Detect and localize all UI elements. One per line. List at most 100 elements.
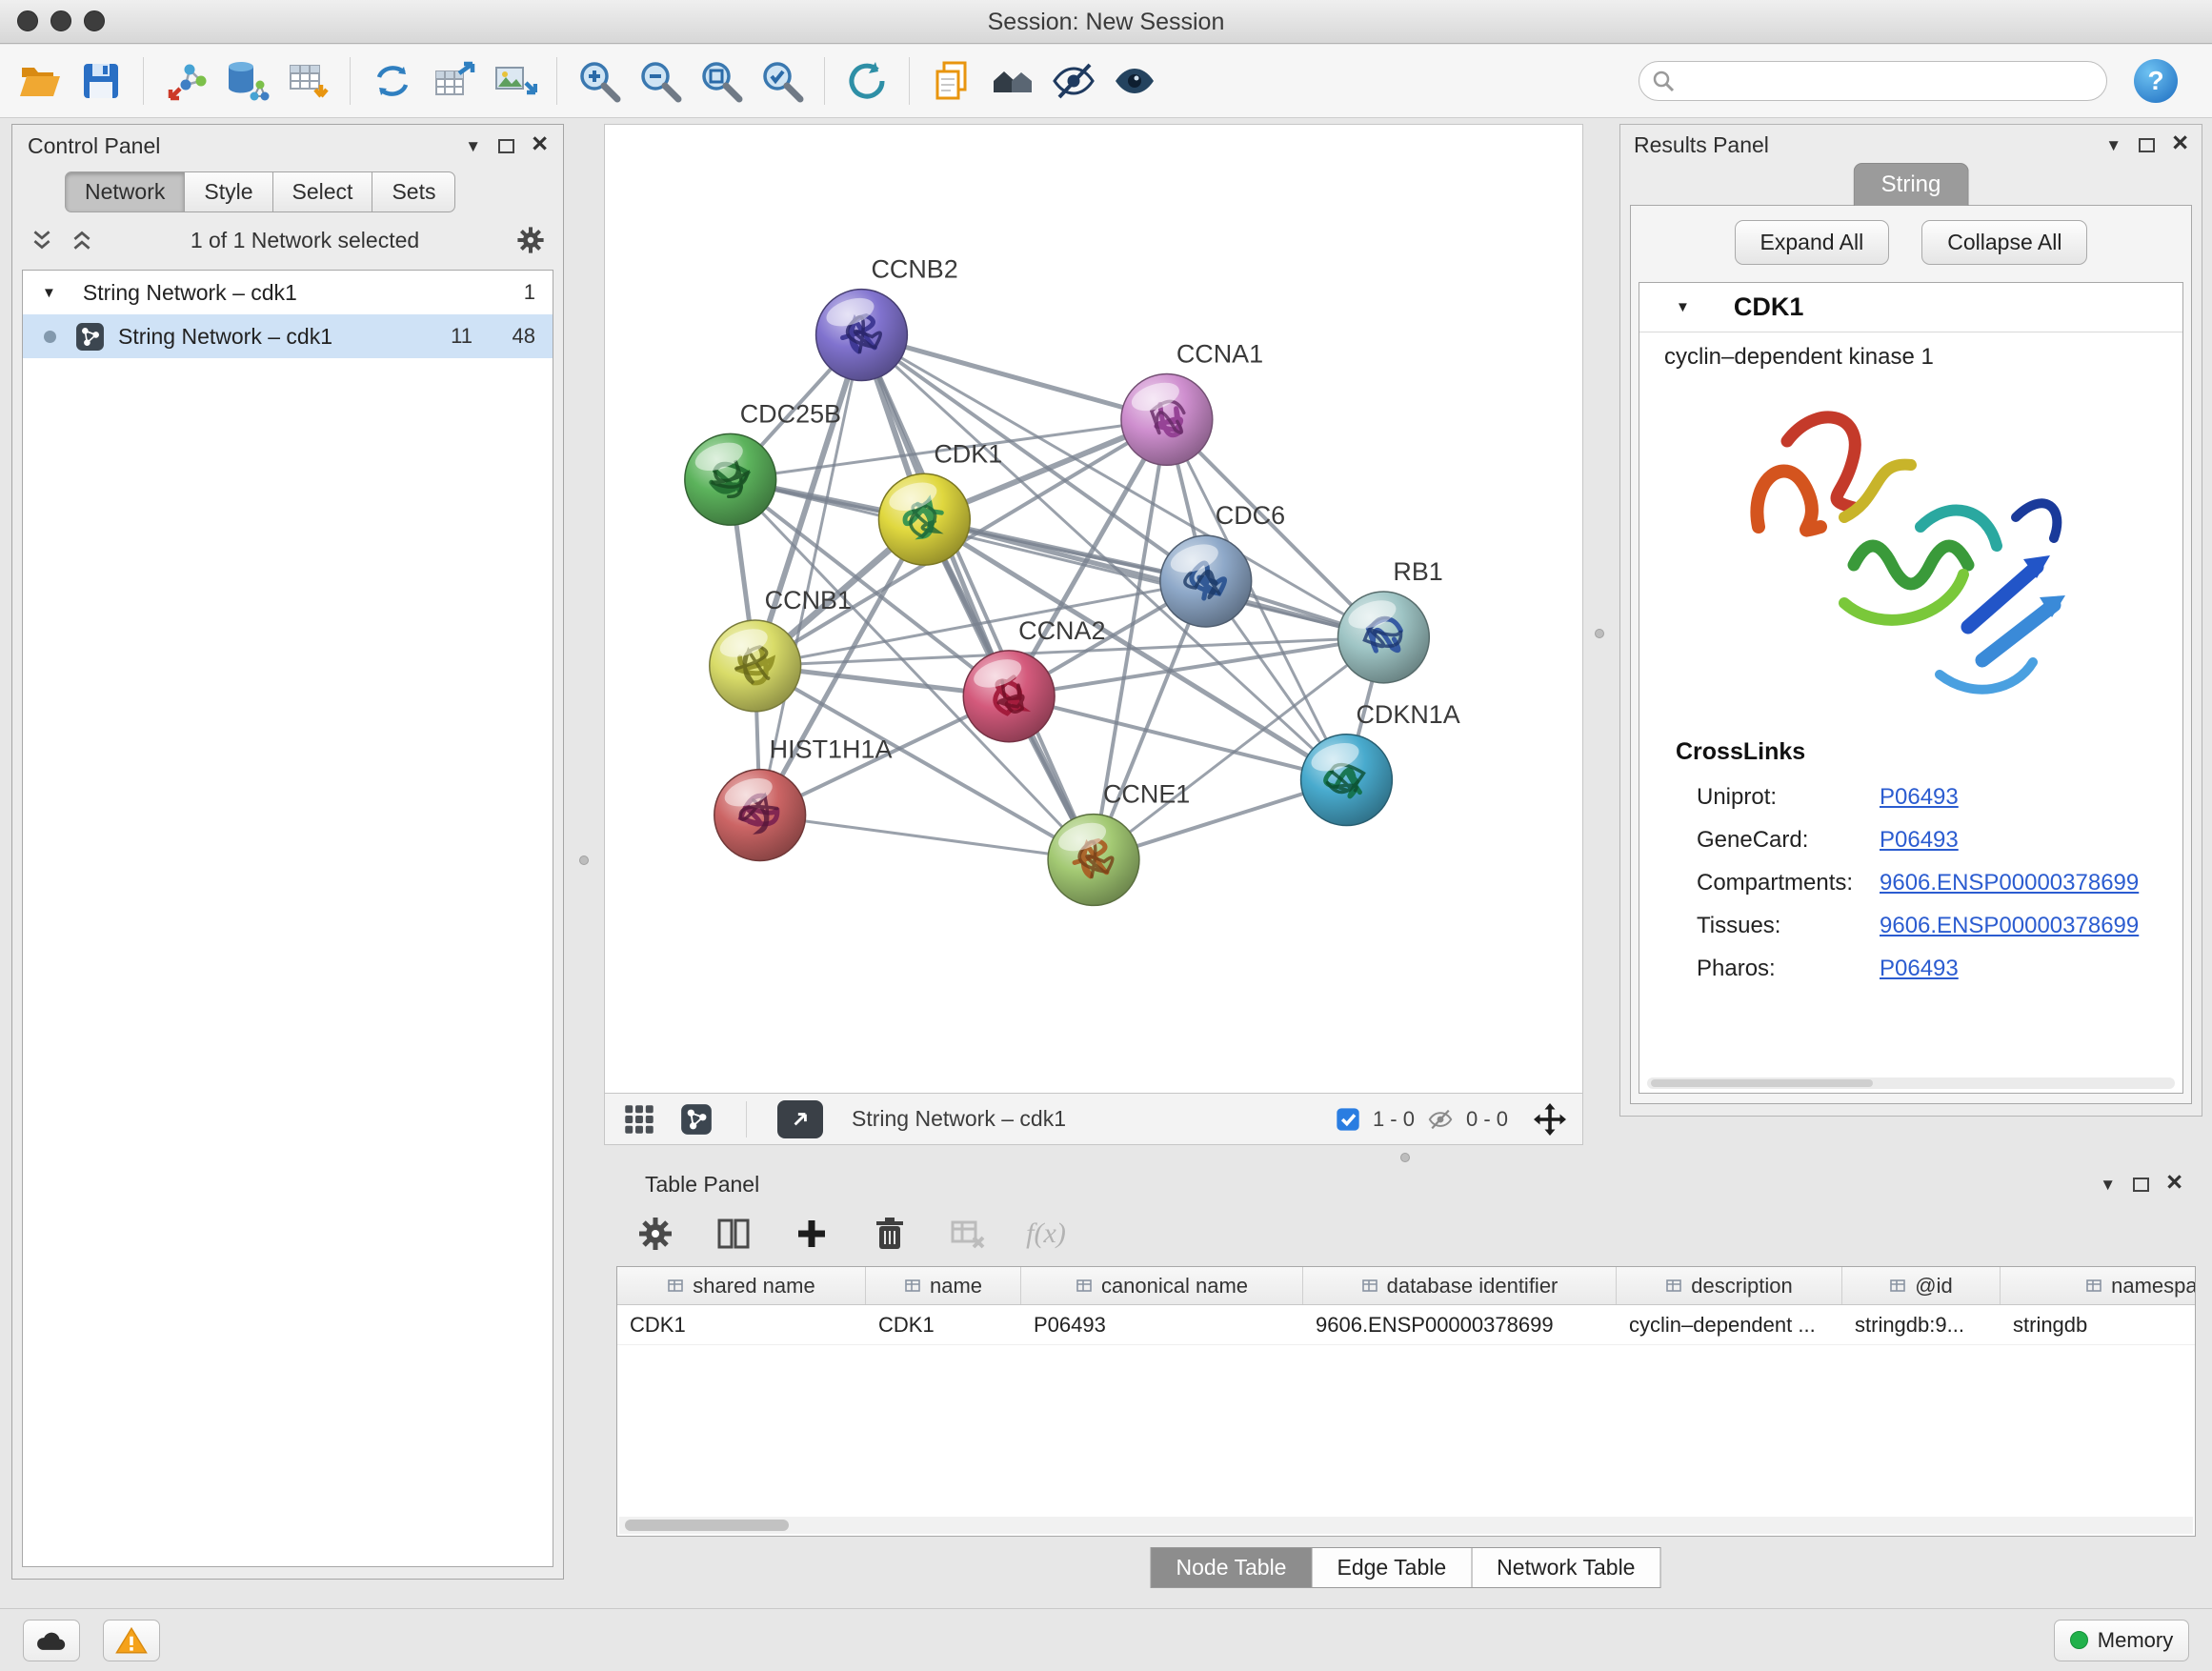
network-collection-row[interactable]: ▼ String Network – cdk1 1: [23, 271, 553, 314]
crosslink-genecard[interactable]: P06493: [1880, 827, 1959, 854]
close-panel-icon[interactable]: ×: [2166, 1169, 2182, 1197]
panel-menu-icon[interactable]: ▼: [465, 138, 481, 154]
gene-card-header[interactable]: ▼ CDK1: [1639, 283, 2182, 332]
show-columns-button[interactable]: [714, 1214, 754, 1254]
homes-button[interactable]: [982, 50, 1043, 111]
import-table-button[interactable]: [277, 50, 338, 111]
titlebar: Session: New Session: [0, 0, 2212, 44]
column-header-database-identifier[interactable]: database identifier: [1303, 1267, 1617, 1304]
clone-network-button[interactable]: [362, 50, 423, 111]
copy-document-button[interactable]: [921, 50, 982, 111]
delete-table-button[interactable]: [948, 1214, 988, 1254]
help-button[interactable]: ?: [2134, 59, 2178, 103]
node-label: CDC6: [1216, 501, 1285, 530]
search-input[interactable]: [1639, 61, 2107, 101]
delete-column-button[interactable]: [870, 1214, 910, 1254]
main-toolbar: ?: [0, 45, 2212, 118]
zoom-out-button[interactable]: [630, 50, 691, 111]
tab-style[interactable]: Style: [184, 171, 272, 212]
hide-selected-icon: [1051, 58, 1096, 104]
column-type-icon: [1076, 1278, 1093, 1295]
panel-menu-icon[interactable]: ▼: [2105, 137, 2122, 153]
import-network-button[interactable]: [155, 50, 216, 111]
collapse-all-button[interactable]: Collapse All: [1921, 220, 2087, 265]
tab-node-table[interactable]: Node Table: [1151, 1547, 1313, 1588]
tree-caret-icon[interactable]: ▼: [42, 285, 56, 301]
export-image-button[interactable]: [484, 50, 545, 111]
string-app-button[interactable]: [677, 1100, 715, 1138]
open-in-window-button[interactable]: [777, 1100, 823, 1138]
column-header-label: database identifier: [1387, 1274, 1558, 1299]
float-panel-icon[interactable]: [2139, 138, 2155, 152]
function-builder-button[interactable]: f(x): [1026, 1214, 1066, 1254]
crosslink-label: Uniprot:: [1697, 784, 1880, 811]
collapse-all-icon[interactable]: [30, 228, 54, 252]
scrollbar-thumb[interactable]: [625, 1520, 789, 1531]
network-label: String Network – cdk1: [118, 324, 410, 350]
crosslink-label: Pharos:: [1697, 956, 1880, 982]
crosslink-pharos[interactable]: P06493: [1880, 956, 1959, 982]
vertical-splitter-handle[interactable]: [579, 856, 589, 865]
eye-hidden-icon[interactable]: [1426, 1105, 1455, 1134]
expand-all-button[interactable]: Expand All: [1735, 220, 1890, 265]
horizontal-splitter-handle[interactable]: [1400, 1153, 1410, 1162]
network-edge[interactable]: [924, 519, 1383, 637]
gene-card-caret-icon[interactable]: ▼: [1676, 299, 1690, 315]
crosslink-compartments[interactable]: 9606.ENSP00000378699: [1880, 870, 2139, 896]
crosslink-tissues[interactable]: 9606.ENSP00000378699: [1880, 913, 2139, 939]
zoom-in-button[interactable]: [569, 50, 630, 111]
zoom-fit-button[interactable]: [691, 50, 752, 111]
cloud-button[interactable]: [23, 1620, 80, 1661]
close-panel-icon[interactable]: ×: [2172, 130, 2188, 157]
column-header-id[interactable]: @id: [1842, 1267, 2001, 1304]
import-network-database-button[interactable]: [216, 50, 277, 111]
tab-select[interactable]: Select: [272, 171, 373, 212]
network-edge[interactable]: [760, 815, 1094, 860]
refresh-button[interactable]: [836, 50, 897, 111]
table-horizontal-scrollbar[interactable]: [619, 1517, 2193, 1534]
checkbox-checked-icon[interactable]: [1335, 1106, 1361, 1133]
add-column-button[interactable]: [792, 1214, 832, 1254]
close-panel-icon[interactable]: ×: [532, 131, 548, 158]
table-row[interactable]: CDK1 CDK1 P06493 9606.ENSP00000378699 cy…: [617, 1305, 2195, 1345]
column-header-description[interactable]: description: [1617, 1267, 1842, 1304]
columns-icon: [714, 1215, 753, 1253]
crosslink-label: Tissues:: [1697, 913, 1880, 939]
grid-view-button[interactable]: [620, 1100, 658, 1138]
node-label: CCNA2: [1018, 616, 1105, 645]
float-panel-icon[interactable]: [498, 139, 514, 153]
save-session-button[interactable]: [70, 50, 131, 111]
tab-string[interactable]: String: [1854, 163, 1969, 206]
network-row-selected[interactable]: String Network – cdk1 11 48: [23, 314, 553, 358]
column-header-shared-name[interactable]: shared name: [617, 1267, 866, 1304]
tab-sets[interactable]: Sets: [372, 171, 455, 212]
show-all-button[interactable]: [1104, 50, 1165, 111]
expand-all-icon[interactable]: [70, 228, 94, 252]
hide-selected-button[interactable]: [1043, 50, 1104, 111]
column-header-canonical-name[interactable]: canonical name: [1021, 1267, 1303, 1304]
column-header-name[interactable]: name: [866, 1267, 1021, 1304]
network-canvas[interactable]: CCNB2CCNA1CDC25BCDK1CDC6RB1CCNB1CCNA2CDK…: [605, 125, 1582, 1093]
tab-edge-table[interactable]: Edge Table: [1311, 1547, 1472, 1588]
selected-counts: 1 - 0: [1373, 1107, 1415, 1132]
warnings-button[interactable]: [103, 1620, 160, 1661]
zoom-selected-button[interactable]: [752, 50, 813, 111]
trash-icon: [871, 1215, 909, 1253]
open-session-button[interactable]: [10, 50, 70, 111]
tab-network-table[interactable]: Network Table: [1471, 1547, 1660, 1588]
tab-network[interactable]: Network: [65, 171, 185, 212]
results-horizontal-scrollbar[interactable]: [1647, 1077, 2175, 1089]
crosslink-uniprot[interactable]: P06493: [1880, 784, 1959, 811]
memory-button[interactable]: Memory: [2054, 1620, 2189, 1661]
crosslink-label: GeneCard:: [1697, 827, 1880, 854]
panel-menu-icon[interactable]: ▼: [2100, 1177, 2116, 1193]
move-crosshair-icon[interactable]: [1533, 1102, 1567, 1137]
network-view[interactable]: CCNB2CCNA1CDC25BCDK1CDC6RB1CCNB1CCNA2CDK…: [604, 124, 1583, 1094]
table-settings-button[interactable]: [635, 1214, 675, 1254]
network-edge[interactable]: [861, 335, 1094, 860]
float-panel-icon[interactable]: [2133, 1178, 2149, 1192]
gear-icon[interactable]: [515, 225, 546, 255]
vertical-splitter-handle-right[interactable]: [1595, 629, 1604, 638]
column-header-namespace[interactable]: namespace: [2001, 1267, 2196, 1304]
export-table-button[interactable]: [423, 50, 484, 111]
